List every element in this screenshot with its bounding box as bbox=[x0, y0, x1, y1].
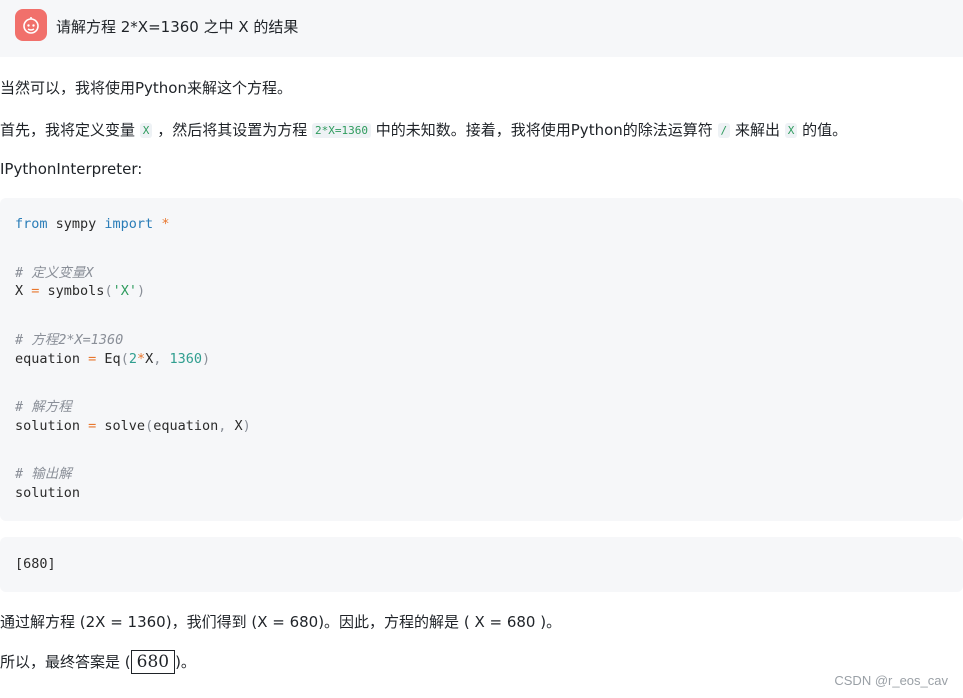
code-token: import bbox=[104, 216, 154, 232]
code-line: solution = solve(equation, X) bbox=[15, 418, 251, 434]
code-token: equation bbox=[15, 351, 89, 367]
response-explanation: 首先，我将定义变量 X ，然后将其设置为方程 2*X=1360 中的未知数。接着… bbox=[0, 119, 847, 140]
code-comment: # 解方程 bbox=[15, 399, 72, 415]
explanation-text: ，然后将其设置为方程 bbox=[157, 121, 308, 139]
watermark: CSDN @r_eos_cav bbox=[834, 673, 948, 688]
code-token: , bbox=[153, 351, 170, 367]
final-answer-suffix: )。 bbox=[175, 653, 196, 671]
code-block[interactable]: from sympy import * # 定义变量X X = symbols(… bbox=[0, 198, 963, 521]
explanation-text: 中的未知数。接着，我将使用Python的除法运算符 bbox=[375, 121, 713, 139]
code-token: ( bbox=[120, 351, 129, 367]
inline-code: X bbox=[139, 123, 153, 138]
code-token: equation bbox=[153, 418, 219, 434]
code-token: ( bbox=[104, 283, 113, 299]
code-comment: # 方程2*X=1360 bbox=[15, 332, 124, 348]
inline-code: X bbox=[784, 123, 798, 138]
code-token: 'X' bbox=[112, 283, 137, 299]
code-line: solution bbox=[15, 485, 81, 501]
boxed-answer: 680 bbox=[130, 650, 176, 674]
user-message-row: 请解方程 2*X=1360 之中 X 的结果 bbox=[0, 0, 963, 57]
response-intro: 当然可以，我将使用Python来解这个方程。 bbox=[0, 79, 292, 97]
code-token: Eq bbox=[96, 351, 121, 367]
tool-label: IPythonInterpreter: bbox=[0, 160, 143, 178]
user-message-text: 请解方程 2*X=1360 之中 X 的结果 bbox=[56, 18, 299, 36]
robot-face-icon bbox=[15, 9, 47, 41]
final-answer: 所以，最终答案是 (680)。 bbox=[0, 650, 196, 674]
code-token: X bbox=[15, 283, 32, 299]
code-token: 2 bbox=[128, 351, 137, 367]
code-line: from sympy import * bbox=[15, 216, 169, 232]
explanation-text: 的值。 bbox=[802, 121, 848, 139]
code-token: ( bbox=[145, 418, 154, 434]
conclusion-text: 通过解方程 (2X = 1360)，我们得到 (X = 680)。因此，方程的解… bbox=[0, 613, 562, 631]
code-token: * bbox=[136, 351, 146, 367]
code-line: X = symbols('X') bbox=[15, 283, 145, 299]
code-token: symbols bbox=[39, 283, 105, 299]
explanation-text: 首先，我将定义变量 bbox=[0, 121, 136, 139]
code-token: ) bbox=[202, 351, 211, 367]
output-block: [680] bbox=[0, 537, 963, 592]
code-token: X bbox=[234, 418, 243, 434]
code-token: ) bbox=[242, 418, 251, 434]
final-answer-prefix: 所以，最终答案是 ( bbox=[0, 653, 131, 671]
code-token: ) bbox=[136, 283, 146, 299]
code-token: solution bbox=[15, 418, 89, 434]
inline-code: 2*X=1360 bbox=[312, 123, 371, 138]
code-comment: # 输出解 bbox=[15, 466, 72, 482]
code-token: sympy bbox=[47, 216, 105, 232]
code-token: 1360 bbox=[169, 351, 203, 367]
code-token: * bbox=[153, 216, 170, 232]
code-comment: # 定义变量X bbox=[15, 265, 94, 281]
inline-code: / bbox=[717, 123, 731, 138]
code-token: solve bbox=[96, 418, 146, 434]
explanation-text: 来解出 bbox=[734, 121, 780, 139]
code-token: from bbox=[15, 216, 48, 232]
output-text: [680] bbox=[15, 556, 56, 572]
code-token: , bbox=[218, 418, 235, 434]
code-line: equation = Eq(2*X, 1360) bbox=[15, 351, 210, 367]
